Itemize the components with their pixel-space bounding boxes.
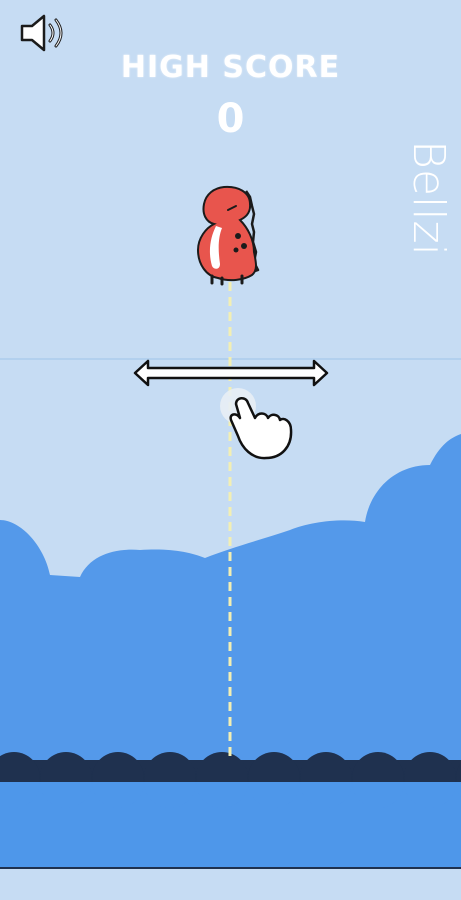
red-dinosaur	[196, 185, 260, 286]
speaker-on-icon	[20, 14, 63, 52]
game-stage[interactable]: HIGH SCORE 0 Bellzi	[0, 0, 461, 900]
ground	[0, 869, 461, 900]
high-score-label: HIGH SCORE	[120, 50, 341, 85]
high-score-value: 0	[216, 96, 245, 142]
sound-toggle-button[interactable]	[16, 12, 72, 54]
brand-logo: Bellzi	[403, 140, 454, 256]
